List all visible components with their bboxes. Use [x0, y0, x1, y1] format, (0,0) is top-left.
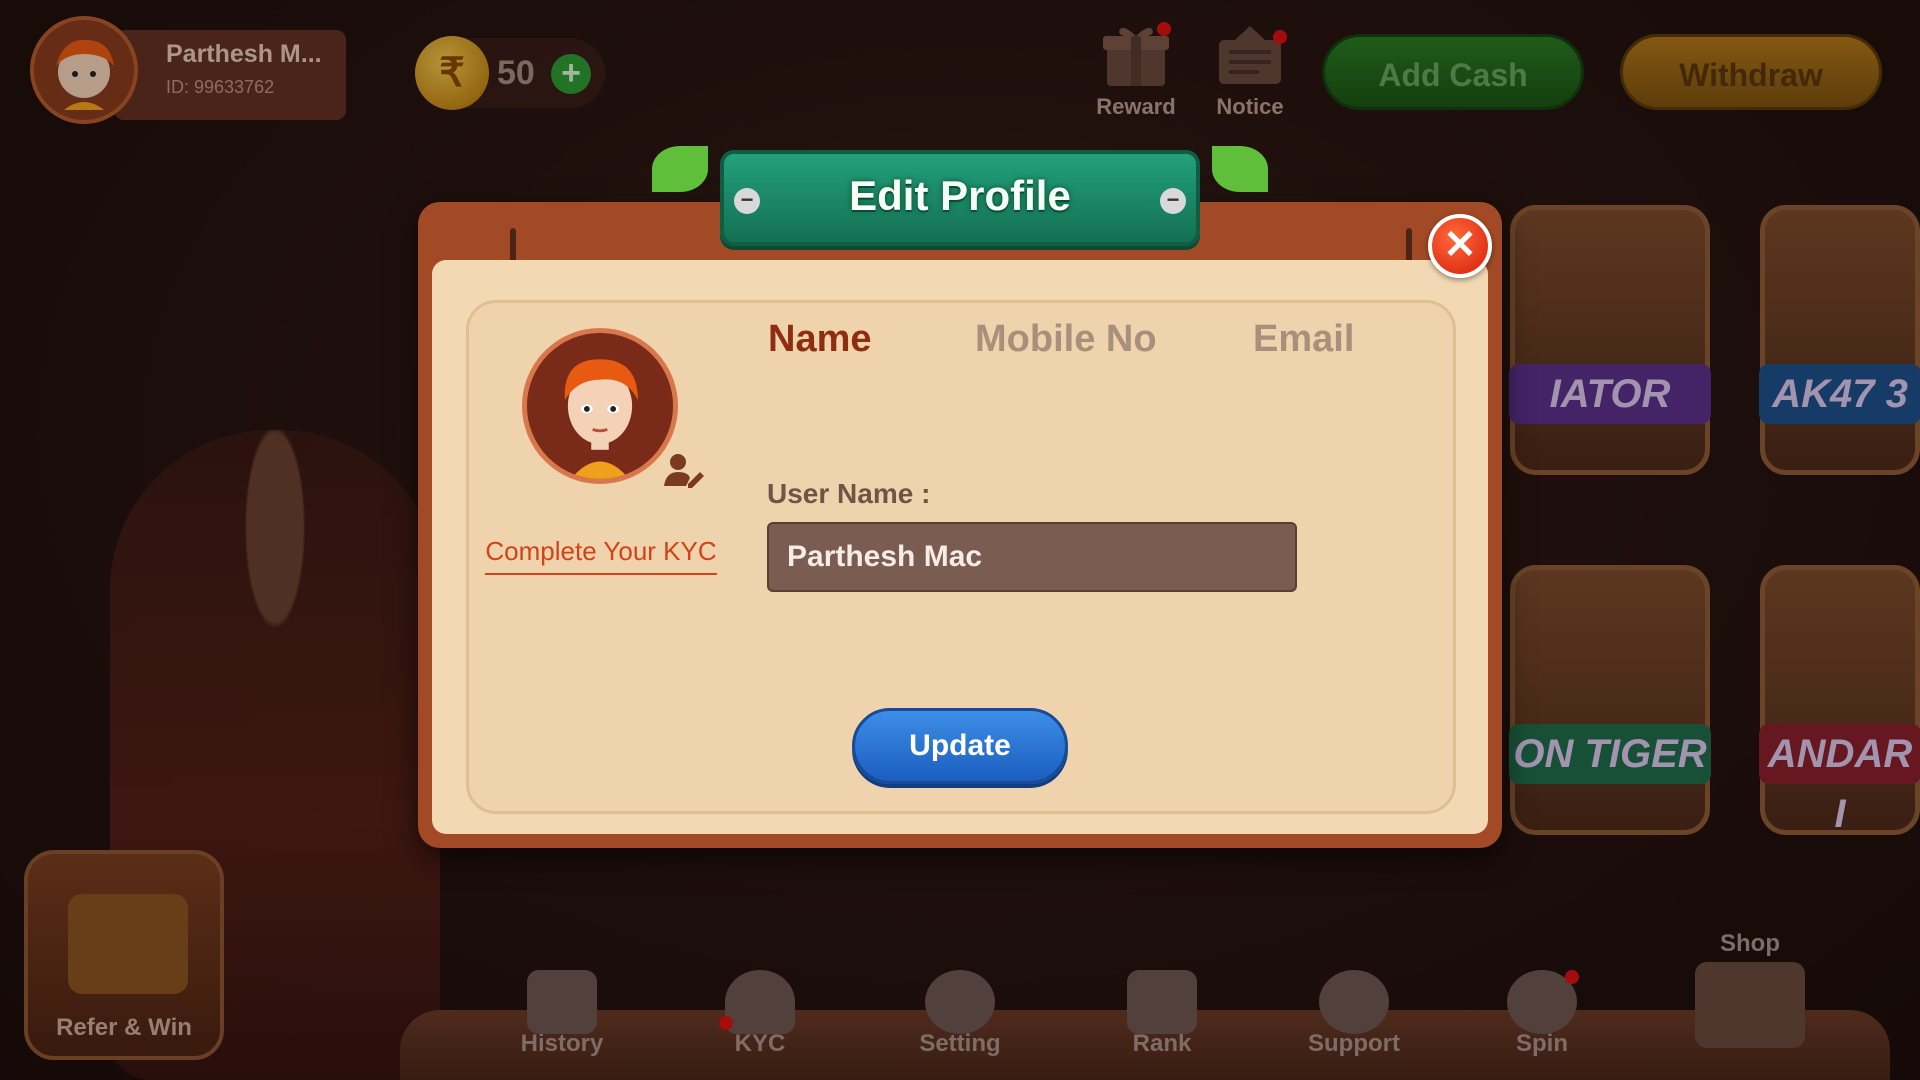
avatar-face-icon: [527, 333, 673, 479]
close-button[interactable]: ✕: [1428, 214, 1492, 278]
tab-name[interactable]: Name: [768, 318, 872, 361]
leaf-decoration-left: [652, 146, 708, 192]
user-name-input[interactable]: [767, 522, 1297, 592]
complete-kyc-link[interactable]: Complete Your KYC: [485, 536, 717, 575]
edit-avatar-icon[interactable]: [664, 452, 704, 488]
modal-title-banner: − Edit Profile −: [720, 150, 1200, 246]
update-button[interactable]: Update: [852, 708, 1068, 784]
minus-knob-icon: −: [1160, 188, 1186, 214]
modal-title: Edit Profile: [849, 172, 1071, 219]
tab-email[interactable]: Email: [1253, 318, 1354, 361]
user-name-label: User Name :: [767, 478, 931, 509]
profile-avatar[interactable]: [522, 328, 678, 484]
tab-mobile-no[interactable]: Mobile No: [975, 318, 1157, 361]
leaf-decoration-right: [1212, 146, 1268, 192]
